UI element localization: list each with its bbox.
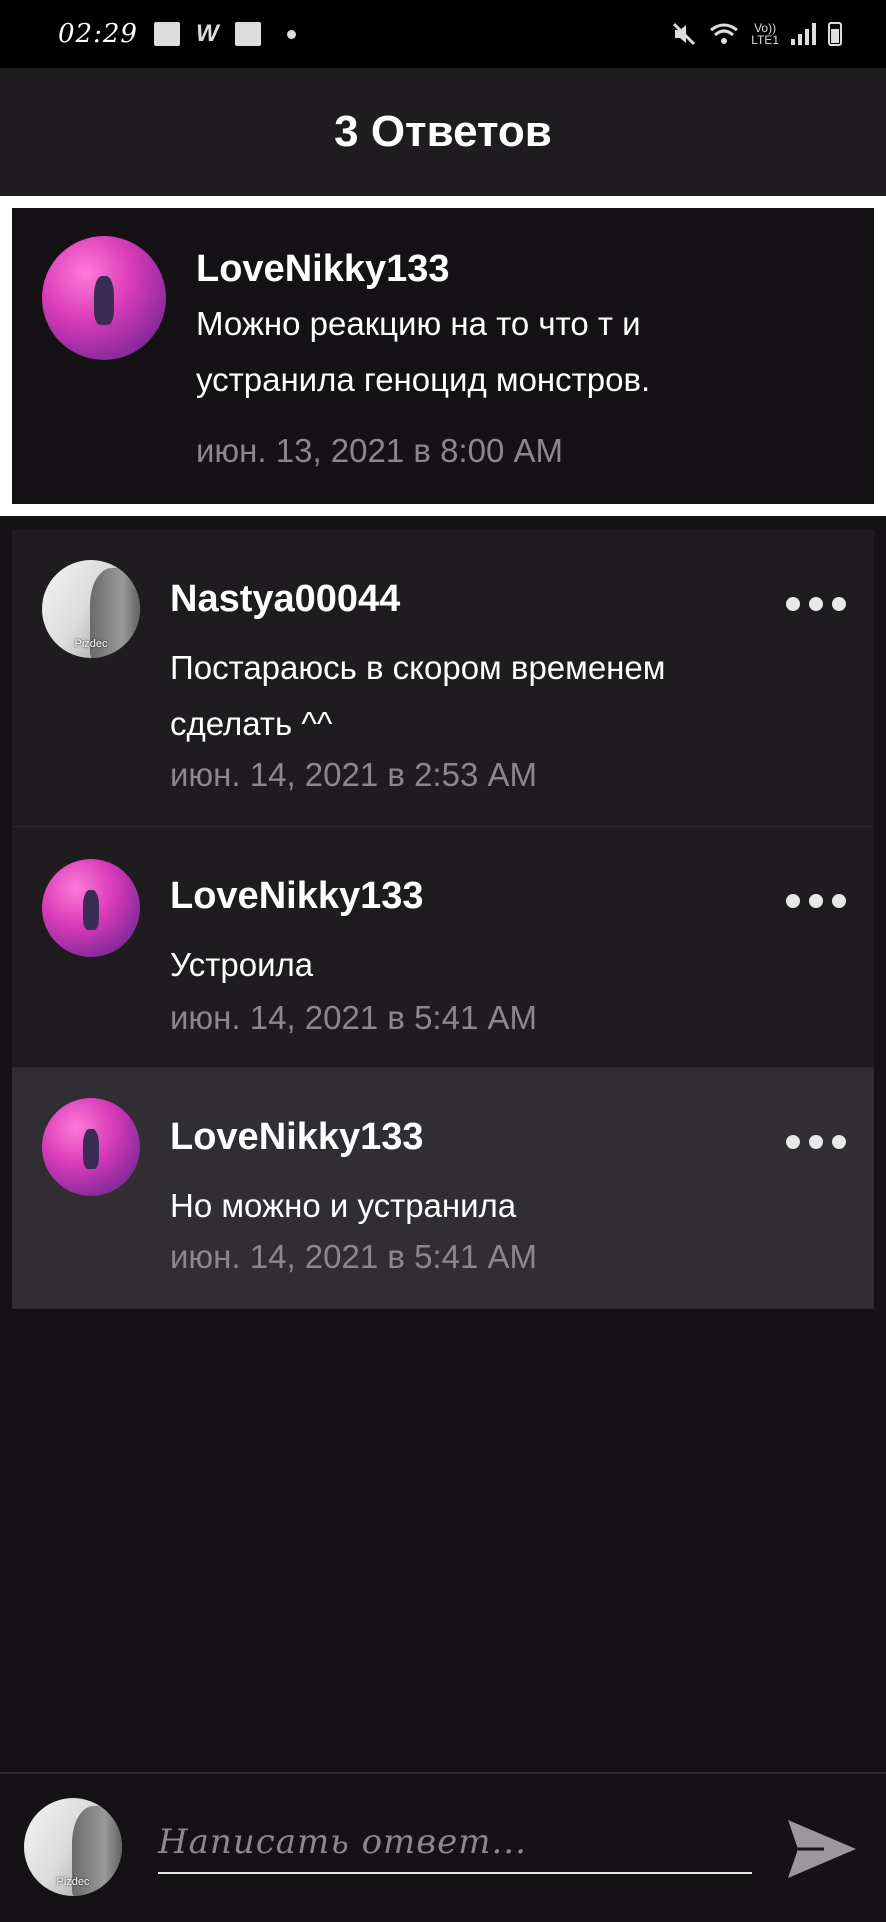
list-item[interactable]: LoveNikky133 Устроила июн. 14, 2021 в 5:… <box>12 827 874 1068</box>
avatar[interactable] <box>42 1098 140 1196</box>
mute-icon <box>673 22 696 46</box>
network-label: Vo)) LTE1 <box>751 22 779 46</box>
replies-list: Pizdec Nastya00044 Постараюсь в скором в… <box>12 530 874 1309</box>
more-icon <box>786 597 800 611</box>
original-comment-card[interactable]: LoveNikky133 Можно реакцию на то что т и… <box>12 208 874 504</box>
avatar[interactable] <box>42 859 140 957</box>
status-time: 02:29 <box>58 19 138 49</box>
more-options-button[interactable] <box>786 889 846 913</box>
comment-text-line: Можно реакцию на то что т и <box>196 305 641 342</box>
more-icon <box>786 894 800 908</box>
timestamp: июн. 14, 2021 в 5:41 AM <box>170 999 537 1036</box>
header: 3 Ответов <box>0 68 886 196</box>
wattpad-icon: W <box>195 20 219 47</box>
status-bar: 02:29 W Vo)) LTE1 <box>0 0 886 68</box>
avatar-caption: Pizdec <box>74 638 108 651</box>
comment-text-line: устранила геноцид монстров. <box>196 361 651 398</box>
timestamp: июн. 14, 2021 в 2:53 AM <box>170 756 537 793</box>
reply-text-line: Постараюсь в скором временем <box>170 649 666 686</box>
avatar[interactable]: Pizdec <box>42 560 140 658</box>
original-comment: LoveNikky133 Можно реакцию на то что т и… <box>0 196 886 516</box>
more-options-button[interactable] <box>786 592 846 616</box>
timestamp: июн. 13, 2021 в 8:00 AM <box>196 432 563 469</box>
wifi-icon <box>710 23 739 44</box>
page-title: 3 Ответов <box>334 107 552 156</box>
timestamp: июн. 14, 2021 в 5:41 AM <box>170 1238 537 1275</box>
username[interactable]: LoveNikky133 <box>170 1116 424 1159</box>
reply-text-line: сделать ^^ <box>170 705 333 742</box>
gallery-icon <box>234 22 261 46</box>
reply-composer: Pizdec Написать ответ... <box>0 1772 886 1922</box>
more-icon <box>786 1135 800 1149</box>
username[interactable]: LoveNikky133 <box>196 248 450 291</box>
avatar: Pizdec <box>24 1798 122 1896</box>
list-item[interactable]: Pizdec Nastya00044 Постараюсь в скором в… <box>12 530 874 827</box>
send-icon[interactable] <box>784 1814 860 1884</box>
battery-icon <box>828 22 842 46</box>
username[interactable]: Nastya00044 <box>170 578 400 621</box>
list-item[interactable]: LoveNikky133 Но можно и устранила июн. 1… <box>12 1068 874 1309</box>
avatar[interactable] <box>42 236 166 360</box>
reply-text-line: Но можно и устранила <box>170 1187 517 1224</box>
sd-card-icon <box>153 22 180 46</box>
network-label-bottom: LTE1 <box>751 33 779 47</box>
signal-icon <box>791 23 816 45</box>
notification-dot-icon <box>286 29 296 39</box>
reply-input[interactable]: Написать ответ... <box>158 1812 752 1874</box>
more-options-button[interactable] <box>786 1130 846 1154</box>
avatar-caption: Pizdec <box>56 1876 90 1889</box>
username[interactable]: LoveNikky133 <box>170 875 424 918</box>
reply-text-line: Устроила <box>170 946 314 983</box>
